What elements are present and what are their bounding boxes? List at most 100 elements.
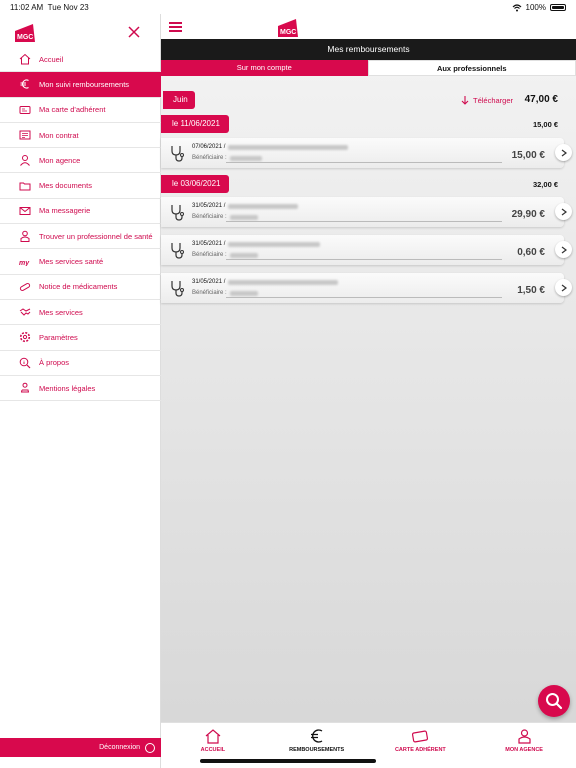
sidebar-item-a-propos[interactable]: À propos <box>0 351 161 376</box>
reimbursement-row[interactable]: 31/05/2021 / Bénéficiaire : 29,90 € <box>161 197 572 227</box>
contract-icon <box>19 130 31 140</box>
row-date-line: 07/06/2021 / <box>192 144 349 150</box>
row-date-line: 31/05/2021 / <box>192 279 339 285</box>
sidebar-item-remboursements[interactable]: Mon suivi remboursements <box>0 72 161 98</box>
nav-carte-adherent[interactable]: CARTE ADHÉRENT <box>369 723 473 768</box>
sidebar-item-medicaments[interactable]: Notice de médicaments <box>0 275 161 300</box>
card-icon <box>19 105 31 114</box>
download-label: Télécharger <box>473 96 514 105</box>
sidebar-item-label: Mes services <box>39 307 83 317</box>
svg-text:MGC: MGC <box>280 29 296 36</box>
row-divider <box>226 259 502 260</box>
nav-label: MON AGENCE <box>505 747 543 753</box>
agent-icon <box>518 729 531 744</box>
home-indicator <box>200 759 376 763</box>
info-search-icon <box>19 357 31 369</box>
chevron-right-button[interactable] <box>555 203 572 220</box>
group-date-badge: le 03/06/2021 <box>161 175 229 193</box>
handshake-icon <box>19 308 31 316</box>
main-content: MGC Mes remboursements Sur mon compte Au… <box>161 14 576 768</box>
svg-text:my: my <box>19 260 30 266</box>
sidebar-item-contrat[interactable]: Mon contrat <box>0 123 161 149</box>
status-time: 11:02 AM Tue Nov 23 <box>10 3 89 12</box>
month-total: 47,00 € <box>524 94 558 105</box>
card-icon <box>412 729 429 743</box>
status-bar: 11:02 AM Tue Nov 23 100% <box>0 0 576 14</box>
top-bar: MGC <box>161 14 576 39</box>
sidebar-item-label: Mon suivi remboursements <box>39 79 130 89</box>
stethoscope-icon <box>171 243 184 259</box>
sidebar-item-services[interactable]: Mes services <box>0 300 161 326</box>
chevron-right-button[interactable] <box>555 279 572 296</box>
chevron-right-button[interactable] <box>555 241 572 258</box>
chevron-right-icon <box>561 284 567 291</box>
chevron-right-icon <box>561 246 567 253</box>
tab-sur-mon-compte[interactable]: Sur mon compte <box>161 60 368 76</box>
services-health-icon: my <box>19 260 30 266</box>
sidebar-item-mentions[interactable]: Mentions légales <box>0 376 161 402</box>
euro-icon <box>310 729 322 743</box>
row-date-line: 31/05/2021 / <box>192 203 299 209</box>
sidebar-item-label: Mon agence <box>39 155 81 165</box>
download-button[interactable]: Télécharger <box>461 96 513 105</box>
row-beneficiary-line: Bénéficiaire : <box>192 252 258 258</box>
sidebar-item-services-sante[interactable]: my Mes services santé <box>0 249 161 275</box>
hamburger-menu-icon[interactable] <box>169 22 182 32</box>
sidebar-item-label: Ma messagerie <box>39 206 91 216</box>
home-icon <box>19 53 31 65</box>
battery-percent: 100% <box>525 3 546 12</box>
reimbursement-row[interactable]: 31/05/2021 / Bénéficiaire : 0,60 € <box>161 235 572 265</box>
row-date-line: 31/05/2021 / <box>192 241 321 247</box>
reimbursement-row[interactable]: 31/05/2021 / Bénéficiaire : 1,50 € <box>161 273 572 303</box>
nav-label: ACCUEIL <box>200 747 226 753</box>
sidebar-item-label: Mes documents <box>39 181 92 191</box>
sidebar-item-messagerie[interactable]: Ma messagerie <box>0 199 161 225</box>
sidebar-item-label: Ma carte d'adhérent <box>39 105 106 115</box>
row-amount: 29,90 € <box>511 209 545 220</box>
row-divider <box>226 162 502 163</box>
search-icon <box>546 693 563 710</box>
row-amount: 0,60 € <box>517 247 545 258</box>
battery-icon <box>550 4 566 11</box>
sidebar-item-label: Mon contrat <box>39 130 79 140</box>
group-date-badge: le 11/06/2021 <box>161 115 229 133</box>
stethoscope-icon <box>171 146 184 162</box>
gear-icon <box>19 332 31 343</box>
agent-icon <box>20 155 30 167</box>
sidebar-item-label: Trouver un professionnel de santé <box>39 231 153 241</box>
svg-text:MGC: MGC <box>17 34 33 41</box>
sidebar-item-agence[interactable]: Mon agence <box>0 148 161 174</box>
sidebar-item-parametres[interactable]: Paramètres <box>0 325 161 351</box>
sidebar-item-label: Paramètres <box>39 332 78 342</box>
logout-button[interactable]: Déconnexion <box>0 738 161 757</box>
sidebar-item-professionnel[interactable]: Trouver un professionnel de santé <box>0 224 161 250</box>
logout-label: Déconnexion <box>99 744 140 751</box>
status-right: 100% <box>512 3 566 12</box>
sidebar-item-documents[interactable]: Mes documents <box>0 173 161 199</box>
chevron-right-button[interactable] <box>555 144 572 161</box>
page-title: Mes remboursements <box>161 39 576 60</box>
row-beneficiary-line: Bénéficiaire : <box>192 155 262 161</box>
sidebar-menu: Accueil Mon suivi remboursements Ma cart… <box>0 47 161 402</box>
row-divider <box>226 221 502 222</box>
sidebar-item-accueil[interactable]: Accueil <box>0 47 161 73</box>
row-divider <box>226 297 502 298</box>
tab-aux-professionnels[interactable]: Aux professionnels <box>367 60 576 76</box>
nav-label: REMBOURSEMENTS <box>289 747 345 753</box>
row-beneficiary-line: Bénéficiaire : <box>192 214 258 220</box>
sidebar-item-label: Mes services santé <box>39 257 104 267</box>
sidebar-item-label: Notice de médicaments <box>39 282 118 292</box>
euro-icon <box>20 79 29 89</box>
nav-mon-agence[interactable]: MON AGENCE <box>472 723 576 768</box>
reimbursement-row[interactable]: 07/06/2021 / Bénéficiaire : 15,00 € <box>161 138 572 168</box>
month-badge: Juin <box>163 91 195 109</box>
mgc-logo: MGC <box>278 19 298 37</box>
group-total: 15,00 € <box>532 120 558 129</box>
close-icon[interactable] <box>127 25 141 39</box>
mgc-logo: MGC <box>15 24 35 42</box>
row-amount: 15,00 € <box>511 150 545 161</box>
search-fab-button[interactable] <box>538 685 570 717</box>
pill-icon <box>19 282 31 291</box>
folder-icon <box>19 182 31 191</box>
sidebar-item-carte[interactable]: Ma carte d'adhérent <box>0 98 161 123</box>
